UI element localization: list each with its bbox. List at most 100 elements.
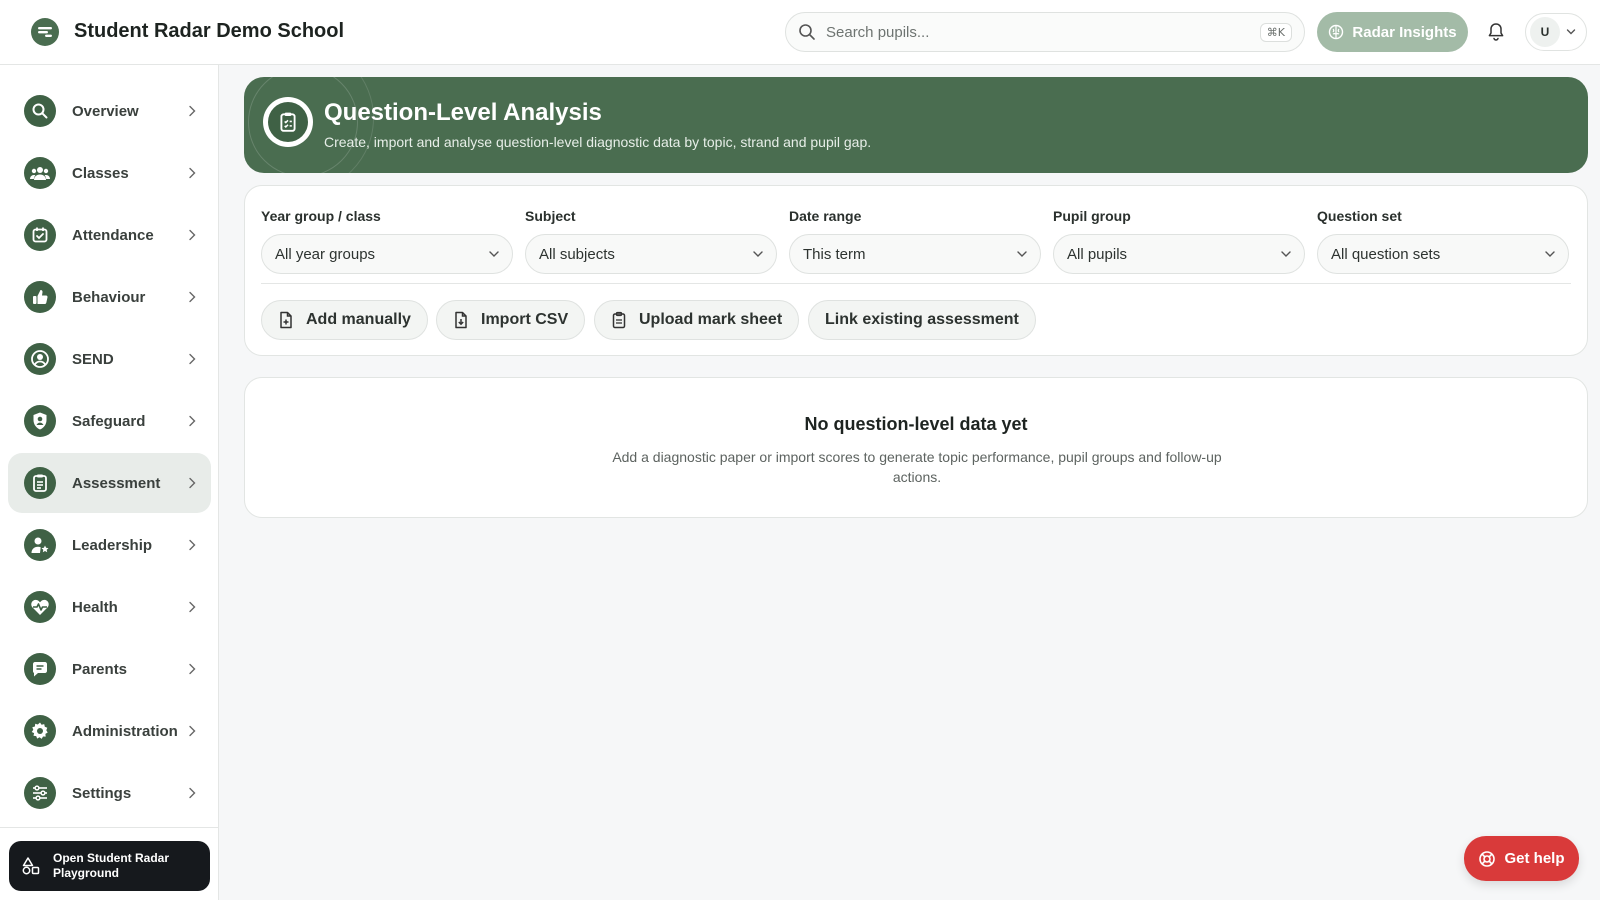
thumbs-up-icon (24, 281, 56, 313)
search-icon (24, 95, 56, 127)
sidebar-item-label: Safeguard (72, 412, 146, 430)
filter-pupil-group: Pupil group All pupils (1053, 208, 1305, 274)
page-subtitle: Create, import and analyse question-leve… (324, 134, 872, 150)
filter-label: Subject (525, 208, 576, 224)
shapes-icon (22, 857, 40, 875)
sidebar-item-send[interactable]: SEND (8, 329, 211, 389)
bell-icon[interactable] (1487, 22, 1505, 42)
chevron-down-icon (1017, 251, 1027, 257)
filter-label: Pupil group (1053, 208, 1131, 224)
open-playground-button[interactable]: Open Student Radar Playground (9, 841, 210, 891)
import-csv-label: Import CSV (481, 311, 569, 328)
date-range-select[interactable]: This term (789, 234, 1041, 274)
chevron-right-icon (189, 229, 196, 241)
sidebar-item-label: Settings (72, 784, 132, 802)
sidebar-item-leadership[interactable]: Leadership (8, 515, 211, 575)
lifebuoy-icon (1479, 850, 1496, 867)
chevron-right-icon (189, 167, 196, 179)
chevron-down-icon (1545, 251, 1555, 257)
import-csv-button[interactable]: Import CSV (436, 300, 586, 340)
filter-question-set: Question set All question sets (1317, 208, 1569, 274)
filter-date-range: Date range This term (789, 208, 1041, 274)
select-value: All question sets (1331, 245, 1441, 263)
user-circle-icon (24, 343, 56, 375)
select-value: All subjects (539, 245, 615, 263)
playground-label: Open Student Radar Playground (53, 851, 170, 880)
sidebar-item-label: Classes (72, 164, 129, 182)
sliders-icon (24, 777, 56, 809)
chevron-right-icon (189, 787, 196, 799)
subject-select[interactable]: All subjects (525, 234, 777, 274)
clipboard-list-icon (263, 97, 313, 147)
shield-user-icon (24, 405, 56, 437)
sidebar-item-assessment[interactable]: Assessment (8, 453, 211, 513)
link-existing-assessment-button[interactable]: Link existing assessment (808, 300, 1036, 340)
sidebar-item-attendance[interactable]: Attendance (8, 205, 211, 265)
empty-state-card: No question-level data yet Add a diagnos… (244, 377, 1588, 518)
filter-label: Question set (1317, 208, 1402, 224)
chevron-right-icon (189, 105, 196, 117)
chevron-right-icon (189, 415, 196, 427)
chevron-down-icon (1281, 251, 1291, 257)
school-name: Student Radar Demo School (74, 20, 345, 42)
sidebar-item-overview[interactable]: Overview (8, 81, 211, 141)
filters-divider (261, 283, 1571, 284)
search-bar[interactable]: ⌘K (785, 12, 1305, 52)
page-title: Question-Level Analysis (324, 99, 602, 126)
select-value: This term (803, 245, 866, 263)
filter-year-group: Year group / class All year groups (261, 208, 513, 274)
get-help-button[interactable]: Get help (1464, 836, 1579, 881)
sidebar-item-label: SEND (72, 350, 114, 368)
get-help-label: Get help (1504, 850, 1565, 867)
sidebar-item-safeguard[interactable]: Safeguard (8, 391, 211, 451)
chevron-right-icon (189, 725, 196, 737)
sidebar-item-label: Attendance (72, 226, 154, 244)
sidebar-item-administration[interactable]: Administration (8, 701, 211, 761)
sidebar-item-label: Assessment (72, 474, 161, 492)
users-icon (24, 157, 56, 189)
sidebar-item-label: Parents (72, 660, 128, 678)
upload-mark-sheet-label: Upload mark sheet (639, 311, 783, 328)
avatar: U (1530, 17, 1560, 47)
message-icon (24, 653, 56, 685)
heart-pulse-icon (24, 591, 56, 623)
filter-subject: Subject All subjects (525, 208, 777, 274)
search-icon (799, 24, 815, 40)
top-bar: Student Radar Demo School ⌘K Radar Insig… (0, 0, 1600, 65)
pupil-group-select[interactable]: All pupils (1053, 234, 1305, 274)
radar-insights-button[interactable]: Radar Insights (1317, 12, 1468, 52)
question-set-select[interactable]: All question sets (1317, 234, 1569, 274)
user-menu[interactable]: U (1525, 13, 1587, 51)
calendar-check-icon (24, 219, 56, 251)
add-manually-button[interactable]: Add manually (261, 300, 428, 340)
brain-icon (1329, 24, 1344, 40)
sidebar-item-label: Health (72, 598, 118, 616)
sidebar-item-label: Administration (72, 722, 178, 740)
chevron-down-icon (753, 251, 763, 257)
sidebar-divider (0, 827, 219, 828)
sidebar-item-health[interactable]: Health (8, 577, 211, 637)
link-existing-label: Link existing assessment (825, 311, 1019, 328)
file-plus-icon (280, 311, 292, 329)
chevron-right-icon (189, 477, 196, 489)
clipboard-list-icon (24, 467, 56, 499)
file-import-icon (455, 311, 467, 329)
year-group-select[interactable]: All year groups (261, 234, 513, 274)
sidebar-item-behaviour[interactable]: Behaviour (8, 267, 211, 327)
select-value: All year groups (275, 245, 376, 263)
select-value: All pupils (1067, 245, 1128, 263)
sidebar: Overview Classes Attendance Behaviour SE… (0, 65, 219, 900)
search-input[interactable] (826, 23, 1260, 41)
app-logo[interactable] (31, 18, 59, 46)
radar-insights-label: Radar Insights (1352, 23, 1457, 41)
chevron-right-icon (189, 539, 196, 551)
sidebar-item-label: Leadership (72, 536, 153, 554)
sidebar-item-parents[interactable]: Parents (8, 639, 211, 699)
add-manually-label: Add manually (306, 311, 411, 328)
sidebar-item-classes[interactable]: Classes (8, 143, 211, 203)
search-shortcut-badge: ⌘K (1259, 22, 1292, 42)
chevron-down-icon (489, 251, 499, 257)
sidebar-item-label: Behaviour (72, 288, 146, 306)
sidebar-item-settings[interactable]: Settings (8, 763, 211, 823)
upload-mark-sheet-button[interactable]: Upload mark sheet (594, 300, 800, 340)
